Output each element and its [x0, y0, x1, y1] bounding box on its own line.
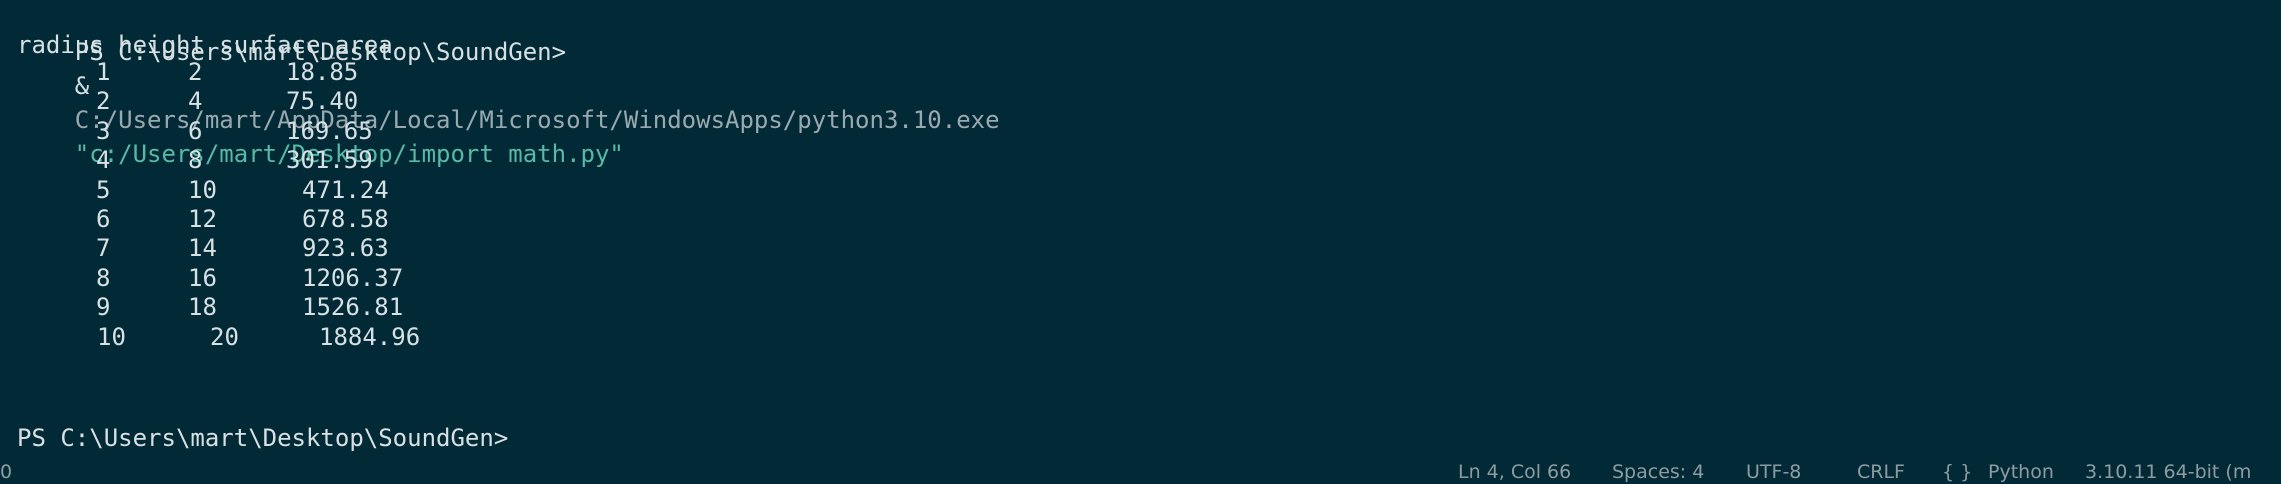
table-cell-surface-area: 301.59	[286, 146, 373, 174]
braces-icon: { }	[1942, 461, 1973, 483]
table-cell-radius: 4	[96, 146, 111, 174]
status-problems-count[interactable]: 0	[0, 460, 12, 484]
table-cell-radius: 10	[97, 323, 126, 351]
table-cell-height: 20	[210, 323, 239, 351]
call-operator: &	[74, 72, 90, 100]
status-bar: 0 Ln 4, Col 66 Spaces: 4 UTF-8 CRLF { } …	[0, 458, 2281, 484]
status-indentation[interactable]: Spaces: 4	[1612, 460, 1704, 484]
table-cell-height: 14	[188, 234, 217, 262]
status-cursor-position[interactable]: Ln 4, Col 66	[1458, 460, 1571, 484]
table-cell-surface-area: 1526.81	[302, 293, 404, 321]
status-encoding[interactable]: UTF-8	[1746, 460, 1801, 484]
table-cell-radius: 2	[96, 87, 111, 115]
table-cell-height: 18	[188, 293, 217, 321]
table-cell-surface-area: 75.40	[286, 87, 359, 115]
python-executable-path: C:/Users/mart/AppData/Local/Microsoft/Wi…	[74, 106, 1000, 134]
table-cell-radius: 9	[96, 293, 111, 321]
final-prompt[interactable]: PS C:\Users\mart\Desktop\SoundGen>	[17, 421, 508, 455]
table-cell-height: 8	[188, 146, 203, 174]
table-cell-surface-area: 923.63	[302, 234, 389, 262]
status-line-ending[interactable]: CRLF	[1857, 460, 1905, 484]
terminal-panel[interactable]: PS C:\Users\mart\Desktop\SoundGen> & C:/…	[0, 0, 2281, 458]
table-cell-height: 4	[188, 87, 203, 115]
status-language[interactable]: Python	[1988, 460, 2054, 484]
status-interpreter[interactable]: 3.10.11 64-bit (m	[2085, 460, 2251, 484]
table-cell-surface-area: 1884.96	[319, 323, 421, 351]
table-cell-radius: 7	[96, 234, 111, 262]
